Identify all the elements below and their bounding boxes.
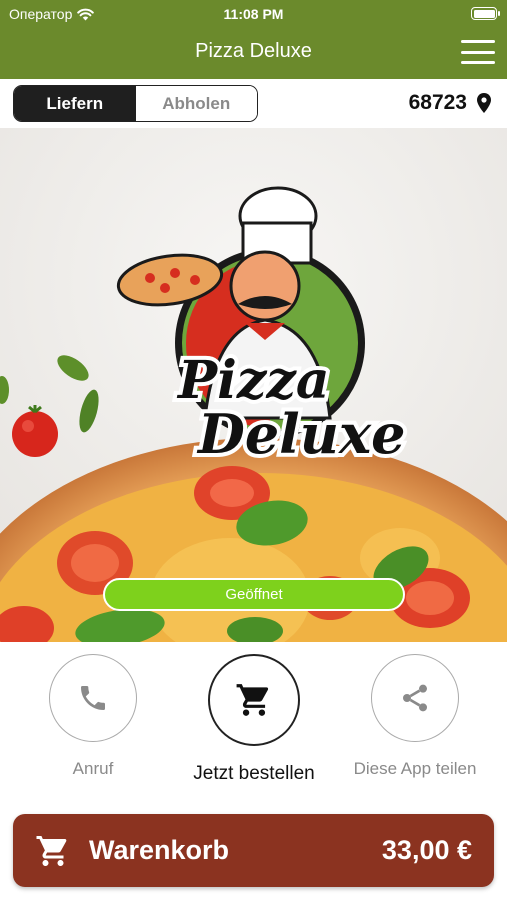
cart-label: Warenkorb — [89, 835, 230, 865]
map-pin-icon — [477, 93, 491, 113]
hero-image: Pizza Pizza Deluxe Deluxe — [0, 128, 507, 642]
order-action[interactable]: Jetzt bestellen — [189, 654, 319, 785]
call-label: Anruf — [72, 759, 114, 778]
hamburger-menu-button[interactable] — [461, 40, 495, 64]
delivery-toggle: Liefern Abholen — [13, 85, 258, 122]
status-time: 11:08 PM — [223, 6, 284, 22]
location-selector[interactable]: 68723 — [409, 91, 491, 115]
page-title: Pizza Deluxe — [195, 40, 312, 62]
share-action[interactable]: Diese App teilen — [350, 654, 480, 779]
action-buttons: Anruf Jetzt bestellen Diese App teilen — [0, 642, 507, 802]
cart-icon — [236, 684, 269, 716]
share-label: Diese App teilen — [353, 759, 477, 778]
status-bar: Оператор 11:08 PM — [0, 0, 507, 28]
order-now-button[interactable] — [208, 654, 300, 746]
zip-code: 68723 — [408, 91, 467, 114]
app-header: Оператор 11:08 PM Pizza Deluxe — [0, 0, 507, 79]
delivery-option-liefern[interactable]: Liefern — [14, 86, 136, 121]
delivery-bar: Liefern Abholen 68723 — [0, 79, 507, 128]
delivery-option-abholen[interactable]: Abholen — [135, 86, 257, 121]
call-action[interactable]: Anruf — [28, 654, 158, 779]
battery-icon — [471, 7, 500, 20]
share-icon — [403, 684, 427, 712]
cart-total: 33,00 € — [381, 835, 472, 865]
order-now-label: Jetzt bestellen — [193, 763, 315, 784]
hero-banner: Pizza Pizza Deluxe Deluxe Geöffnet — [0, 128, 507, 642]
svg-text:Deluxe: Deluxe — [196, 402, 406, 466]
cart-icon — [36, 835, 67, 866]
phone-icon — [81, 686, 105, 710]
cart-button[interactable]: Warenkorb 33,00 € — [13, 814, 494, 887]
share-button[interactable] — [371, 654, 459, 742]
open-status-badge: Geöffnet — [103, 578, 405, 611]
call-button[interactable] — [49, 654, 137, 742]
